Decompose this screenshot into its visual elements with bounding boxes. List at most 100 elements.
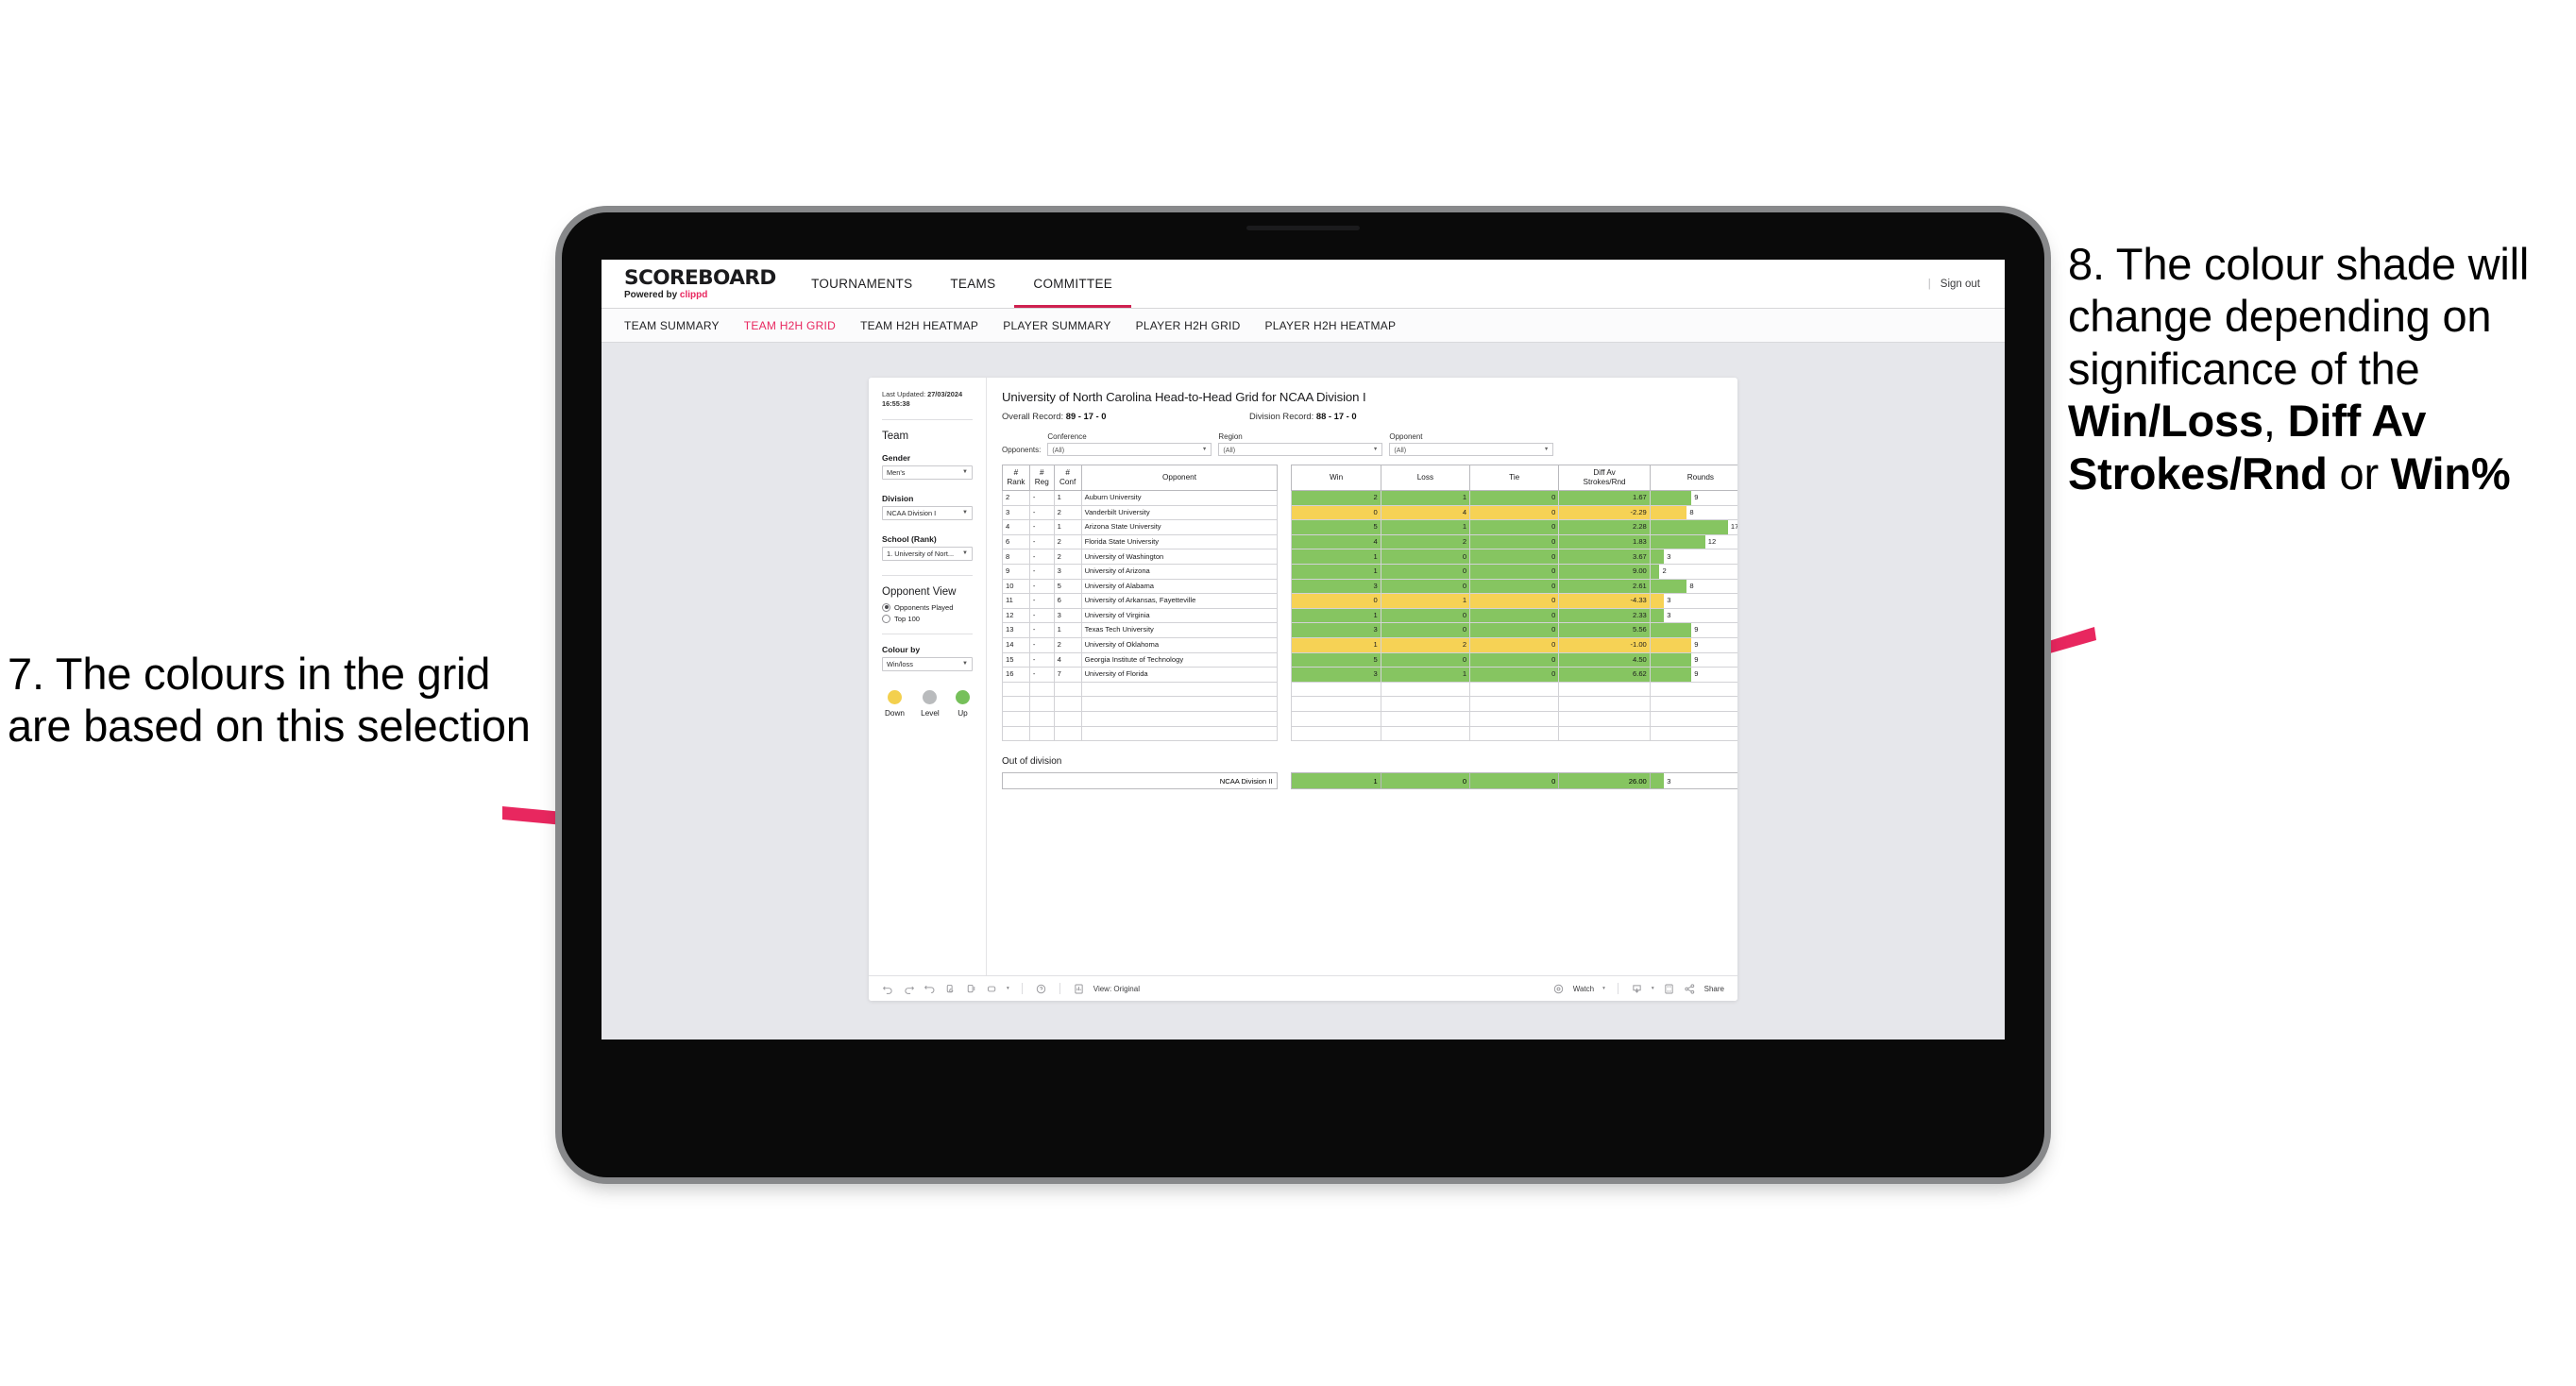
sidebar-divider-2: [882, 574, 973, 576]
last-updated-time: 16:55:38: [882, 398, 910, 408]
subnav-item-player-h2h-grid[interactable]: PLAYER H2H GRID: [1136, 319, 1241, 332]
chevron-down-icon[interactable]: ▾: [1602, 986, 1605, 991]
cell-win: 5: [1291, 519, 1381, 535]
cell-gap: [1277, 505, 1292, 520]
filter-school-value: 1. University of Nort...: [887, 549, 955, 558]
cell-loss: 1: [1380, 667, 1471, 683]
rounds-value: 17: [1730, 522, 1737, 532]
rounds-bar: [1650, 505, 1687, 520]
table-row[interactable]: 10-5 University of Alabama 3 0 0 2.61 8: [1002, 578, 1737, 595]
table-row[interactable]: 3-2 Vanderbilt University 0 4 0 -2.29 8: [1002, 504, 1737, 521]
help-icon[interactable]: [1035, 983, 1047, 995]
overall-record-label: Overall Record:: [1002, 411, 1066, 421]
table-row[interactable]: 2-1 Auburn University 2 1 0 1.67 9: [1002, 490, 1737, 506]
cell-conf: 1: [1053, 519, 1082, 535]
subnav-item-team-summary[interactable]: TEAM SUMMARY: [624, 319, 720, 332]
filter-division-select[interactable]: NCAA Division I ▼: [882, 505, 973, 520]
share-icon[interactable]: [1684, 983, 1696, 995]
subnav-item-player-summary[interactable]: PLAYER SUMMARY: [1003, 319, 1110, 332]
opponents-label: Opponents:: [1002, 446, 1042, 454]
filter-gender-select[interactable]: Men's ▼: [882, 465, 973, 480]
nav-item-teams[interactable]: TEAMS: [931, 260, 1014, 308]
cell-diff: 1.83: [1558, 533, 1651, 550]
filter-colour-by: Colour by Win/loss ▼: [882, 645, 973, 671]
brand-logo[interactable]: SCOREBOARD Powered by clippd: [602, 260, 792, 308]
refresh-icon[interactable]: [944, 983, 957, 995]
table-row[interactable]: 9-3 University of Arizona 1 0 0 9.00 2: [1002, 563, 1737, 580]
cell-win: 4: [1291, 533, 1381, 550]
cell-gap: [1277, 593, 1292, 609]
table-row[interactable]: 8-2 University of Washington 1 0 0 3.67 3: [1002, 549, 1737, 565]
site-header: SCOREBOARD Powered by clippd TOURNAMENTS…: [602, 260, 2005, 309]
cell-empty: [1380, 710, 1471, 727]
cell-diff: 2.28: [1558, 519, 1651, 535]
subnav-item-player-h2h-heatmap[interactable]: PLAYER H2H HEATMAP: [1265, 319, 1397, 332]
cell-reg: -: [1028, 593, 1055, 609]
filter-division-value: NCAA Division I: [887, 508, 937, 517]
download-icon[interactable]: [1631, 983, 1643, 995]
redo-icon[interactable]: [903, 983, 915, 995]
filter-school-select[interactable]: 1. University of Nort... ▼: [882, 546, 973, 561]
out-of-division-cell-diff: 26.00: [1558, 772, 1651, 790]
fullscreen-icon[interactable]: [1663, 983, 1675, 995]
nav-item-tournaments[interactable]: TOURNAMENTS: [792, 260, 931, 308]
radio-opponents-played[interactable]: Opponents Played: [882, 602, 973, 612]
filter-opponent-value: (All): [1394, 445, 1407, 454]
table-row[interactable]: 11-6 University of Arkansas, Fayetteville…: [1002, 593, 1737, 609]
cell-rank: 15: [1002, 651, 1030, 668]
cell-rank: 8: [1002, 549, 1030, 565]
pause-icon[interactable]: [965, 983, 977, 995]
filter-gender: Gender Men's ▼: [882, 453, 973, 480]
grid-panel: University of North Carolina Head-to-Hea…: [987, 378, 1737, 975]
cell-opponent: University of Oklahoma: [1080, 636, 1279, 653]
subnav-item-team-h2h-heatmap[interactable]: TEAM H2H HEATMAP: [860, 319, 978, 332]
col-diff-l2: Strokes/Rnd: [1583, 478, 1626, 486]
cell-rank: 4: [1002, 519, 1030, 535]
cell-loss: 1: [1380, 519, 1471, 535]
revert-icon[interactable]: [924, 983, 936, 995]
chevron-down-icon[interactable]: ▾: [1007, 986, 1009, 991]
rounds-value: 3: [1667, 596, 1671, 605]
table-row[interactable]: 15-4 Georgia Institute of Technology 5 0 0 4.…: [1002, 651, 1737, 668]
watch-label[interactable]: Watch: [1573, 985, 1594, 993]
share-label[interactable]: Share: [1704, 985, 1724, 993]
page-title: University of North Carolina Head-to-Hea…: [1002, 390, 1366, 404]
filter-opponent-select[interactable]: (All) ▼: [1389, 443, 1554, 456]
view-icon[interactable]: [1073, 983, 1085, 995]
table-row[interactable]: 4-1 Arizona State University 5 1 0 2.28 17: [1002, 519, 1737, 535]
cell-reg: -: [1028, 622, 1055, 638]
table-row[interactable]: 6-2 Florida State University 4 2 0 1.83 12: [1002, 533, 1737, 550]
cell-tie: 0: [1469, 651, 1560, 668]
out-of-division-row[interactable]: NCAA Division II 1 0 0 26.00 3: [1001, 772, 1737, 790]
filter-colour-by-select[interactable]: Win/loss ▼: [882, 656, 973, 671]
watch-icon[interactable]: [1552, 983, 1565, 995]
cell-empty: [1649, 710, 1737, 727]
cell-empty: [1380, 725, 1471, 742]
annotation-right-mid1: ,: [2262, 396, 2288, 447]
view-label[interactable]: View: Original: [1093, 985, 1140, 993]
subnav-item-team-h2h-grid[interactable]: TEAM H2H GRID: [744, 319, 836, 332]
cell-gap: [1277, 564, 1292, 580]
chevron-down-icon[interactable]: ▾: [1652, 986, 1654, 991]
filters-sidebar: Last Updated: 27/03/2024 16:55:38 Team G…: [869, 378, 987, 975]
cell-rounds: 3: [1649, 772, 1737, 790]
cell-gap: [1277, 637, 1292, 653]
table-row[interactable]: 13-1 Texas Tech University 3 0 0 5.56 9: [1002, 622, 1737, 638]
filter-conference-select[interactable]: (All) ▼: [1047, 443, 1212, 456]
table-row[interactable]: 12-3 University of Virginia 1 0 0 2.33 3: [1002, 607, 1737, 624]
highlight-icon[interactable]: [986, 983, 998, 995]
table-row[interactable]: 14-2 University of Oklahoma 1 2 0 -1.00 9: [1002, 636, 1737, 653]
cell-opponent: Auburn University: [1080, 490, 1279, 506]
signout-link[interactable]: Sign out: [1940, 279, 1980, 290]
h2h-table-wrapper: # Rank # Reg # Conf Opponent Win Loss Tie: [1001, 465, 1737, 790]
nav-item-committee[interactable]: COMMITTEE: [1014, 260, 1131, 308]
undo-icon[interactable]: [882, 983, 894, 995]
col-opponent: Opponent: [1080, 465, 1279, 491]
table-row[interactable]: 16-7 University of Florida 3 1 0 6.62 9: [1002, 667, 1737, 683]
records-row: Overall Record: 89 - 17 - 0 Division Rec…: [1002, 411, 1722, 421]
radio-top-100[interactable]: Top 100: [882, 614, 973, 623]
filter-region-select[interactable]: (All) ▼: [1218, 443, 1383, 456]
cell-empty: [1053, 681, 1082, 698]
cell-loss: 2: [1380, 533, 1471, 550]
brand-wordmark: SCOREBOARD: [624, 265, 776, 289]
